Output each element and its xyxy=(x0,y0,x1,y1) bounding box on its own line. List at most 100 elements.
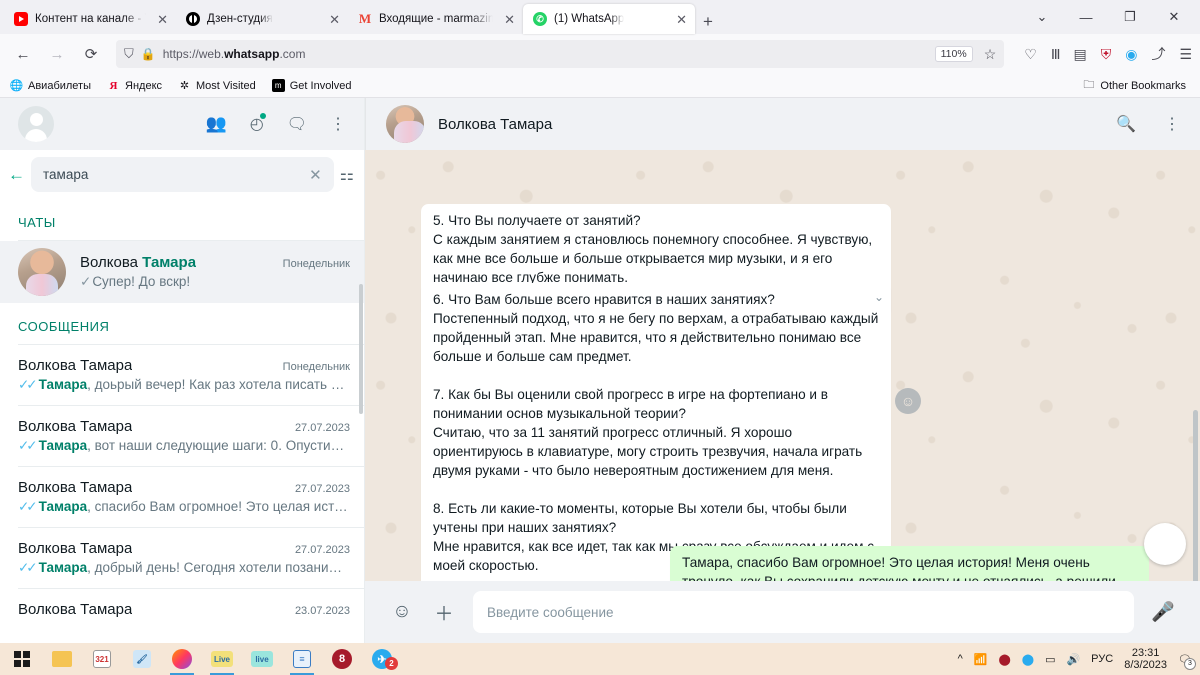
sidebar-icon[interactable]: ▤ xyxy=(1073,46,1086,63)
chat-item-name: Волкова Тамара xyxy=(80,254,197,271)
back-arrow-icon[interactable]: ← xyxy=(8,166,25,183)
list-item[interactable]: Волкова Тамара 27.07.2023 ✓✓ Тамара, спас… xyxy=(0,467,364,527)
telegram-icon[interactable]: ◉ xyxy=(1125,46,1137,63)
forward-button[interactable]: → xyxy=(42,40,72,68)
new-chat-icon[interactable]: 🗨 xyxy=(287,114,307,134)
browser-tab-gmail[interactable]: M Входящие - marmazina@gmai ✕ xyxy=(348,4,523,34)
browser-window: Контент на канале - YouTube S ✕ Дзен-сту… xyxy=(0,0,1200,643)
tab-title: Дзен-студия xyxy=(207,13,273,25)
minimize-button[interactable]: — xyxy=(1064,2,1108,32)
firefox-icon[interactable] xyxy=(162,643,202,675)
browser-tab-dzen[interactable]: Дзен-студия ✕ xyxy=(176,4,348,34)
bookmark-aviabilety[interactable]: 🌐 Авиабилеты xyxy=(10,79,92,93)
menu-icon[interactable]: ⋮ xyxy=(1164,114,1180,134)
youtube-icon xyxy=(14,12,28,26)
messages-container: 5. Что Вы получаете от занятий? С каждым… xyxy=(365,150,1200,581)
result-name: Волкова Тамара xyxy=(18,357,133,374)
pocket-icon[interactable]: ♡ xyxy=(1024,46,1037,63)
result-time: 27.07.2023 xyxy=(294,544,350,556)
libreoffice-icon[interactable]: ≡ xyxy=(282,643,322,675)
tab-close-icon[interactable]: ✕ xyxy=(504,13,515,26)
tray-chevron-icon[interactable]: ^ xyxy=(958,653,963,665)
double-tick-icon: ✓✓ xyxy=(18,438,38,453)
shield-icon[interactable]: ⛉ xyxy=(124,46,134,62)
sidebar-scrollbar[interactable] xyxy=(359,284,363,414)
battery-icon[interactable]: ▭ xyxy=(1045,653,1055,666)
live-note2-icon[interactable]: live xyxy=(242,643,282,675)
scroll-to-bottom-button[interactable]: chevron-down-icon xyxy=(1144,523,1186,565)
maximize-button[interactable]: ❐ xyxy=(1108,2,1152,32)
search-input[interactable]: тамара ✕ xyxy=(31,157,334,192)
message-bubble-incoming[interactable]: ⌄ 6. Что Вам больше всего нравится в наш… xyxy=(421,283,891,581)
section-header-messages: СООБЩЕНИЯ xyxy=(18,319,110,334)
file-explorer-icon[interactable] xyxy=(42,643,82,675)
my-avatar[interactable] xyxy=(18,106,54,142)
notifications-icon[interactable]: 🗨 3 xyxy=(1178,653,1196,670)
bookmark-star-icon[interactable]: ☆ xyxy=(984,46,997,63)
list-item[interactable]: Волкова Тамара Понедельник ✓✓ Тамара, доь… xyxy=(0,345,364,405)
message-input[interactable]: Введите сообщение xyxy=(473,591,1134,633)
zoom-level-indicator[interactable]: 110% xyxy=(934,46,973,62)
telegram-icon[interactable]: ✈ 2 xyxy=(362,643,402,675)
chat-list-item[interactable]: Волкова Тамара Понедельник ✓ Супер! До вс… xyxy=(0,241,364,303)
calendar-icon[interactable]: 321 xyxy=(82,643,122,675)
avatar xyxy=(18,248,66,296)
communities-icon[interactable]: 👥 xyxy=(206,114,227,134)
share-icon[interactable]: ⤴ xyxy=(1151,44,1165,64)
other-bookmarks-folder[interactable]: 🗀 Other Bookmarks xyxy=(1082,79,1190,92)
library-icon[interactable]: Ⅲ xyxy=(1051,46,1061,63)
close-icon[interactable]: ✕ xyxy=(309,166,322,184)
bookmark-yandex[interactable]: Я Яндекс xyxy=(107,79,162,92)
bookmark-most-visited[interactable]: ✲ Most Visited xyxy=(178,79,256,93)
chevron-down-icon[interactable]: ⌄ xyxy=(874,288,884,307)
windows-start-icon[interactable] xyxy=(2,643,42,675)
bookmark-label: Яндекс xyxy=(125,79,163,92)
lock-icon[interactable]: 🔒 xyxy=(141,47,156,61)
adblock-icon[interactable]: ⛨ xyxy=(1101,46,1112,63)
double-tick-icon: ✓✓ xyxy=(18,560,38,575)
clock[interactable]: 23:31 8/3/2023 xyxy=(1124,647,1167,671)
tab-strip: Контент на канале - YouTube S ✕ Дзен-сту… xyxy=(0,0,1200,34)
new-tab-button[interactable]: + xyxy=(695,13,721,34)
search-icon[interactable]: 🔍 xyxy=(1116,114,1136,134)
language-indicator[interactable]: РУС xyxy=(1091,653,1113,665)
list-item[interactable]: Волкова Тамара 27.07.2023 ✓✓ Тамара, добр… xyxy=(0,528,364,588)
close-window-button[interactable]: ✕ xyxy=(1152,2,1196,32)
bookmark-get-involved[interactable]: m Get Involved xyxy=(271,79,352,92)
dzen-icon xyxy=(186,12,200,26)
back-button[interactable]: ← xyxy=(8,40,38,68)
filter-icon[interactable]: ⚏ xyxy=(340,165,354,185)
microphone-icon[interactable]: 🎤 xyxy=(1142,600,1184,624)
opera-gx-icon[interactable]: 8 xyxy=(322,643,362,675)
browser-tab-youtube[interactable]: Контент на канале - YouTube S ✕ xyxy=(4,4,176,34)
tab-close-icon[interactable]: ✕ xyxy=(329,13,340,26)
plus-icon[interactable]: ＋ xyxy=(423,599,465,626)
tab-close-icon[interactable]: ✕ xyxy=(157,13,168,26)
address-bar[interactable]: ⛉ 🔒 https://web.whatsapp.com 110% ☆ xyxy=(116,40,1005,68)
volume-icon[interactable]: 🔊 xyxy=(1066,653,1080,666)
bookmark-label: Авиабилеты xyxy=(28,79,92,92)
conversation-header[interactable]: Волкова Тамара 🔍 ⋮ xyxy=(365,98,1200,150)
paint-icon[interactable]: 🖌 xyxy=(122,643,162,675)
reload-button[interactable]: ⟳ xyxy=(76,40,106,68)
bookmarks-bar: 🌐 Авиабилеты Я Яндекс ✲ Most Visited m G… xyxy=(0,74,1200,98)
list-all-tabs-icon[interactable]: ⌄ xyxy=(1020,2,1064,32)
emoji-icon[interactable]: ☺ xyxy=(381,601,423,623)
telegram-tray-icon[interactable]: ⬤ xyxy=(1022,653,1034,666)
list-item[interactable]: Волкова Тамара 23.07.2023 xyxy=(0,589,364,630)
opera-tray-icon[interactable]: ⬤ xyxy=(998,653,1010,666)
menu-icon[interactable]: ⋮ xyxy=(330,114,346,134)
list-item[interactable]: Волкова Тамара 27.07.2023 ✓✓ Тамара, вот … xyxy=(0,406,364,466)
message-bubble-outgoing[interactable]: Тамара, спасибо Вам огромное! Это целая … xyxy=(670,546,1149,581)
message-text: Тамара, спасибо Вам огромное! Это целая … xyxy=(682,555,1116,581)
avatar[interactable] xyxy=(386,105,424,143)
conversation-scrollbar[interactable] xyxy=(1193,410,1198,581)
menu-icon[interactable]: ☰ xyxy=(1179,46,1192,63)
tab-close-icon[interactable]: ✕ xyxy=(676,13,687,26)
browser-tab-whatsapp[interactable]: ✆ (1) WhatsApp ✕ xyxy=(523,4,695,34)
live-note-icon[interactable]: Live xyxy=(202,643,242,675)
emoji-react-icon[interactable]: ☺ xyxy=(895,388,921,414)
wifi-icon[interactable]: 📶 xyxy=(974,653,988,666)
message-composer: ☺ ＋ Введите сообщение 🎤 xyxy=(365,581,1200,643)
status-icon[interactable]: ◴ xyxy=(250,113,266,134)
